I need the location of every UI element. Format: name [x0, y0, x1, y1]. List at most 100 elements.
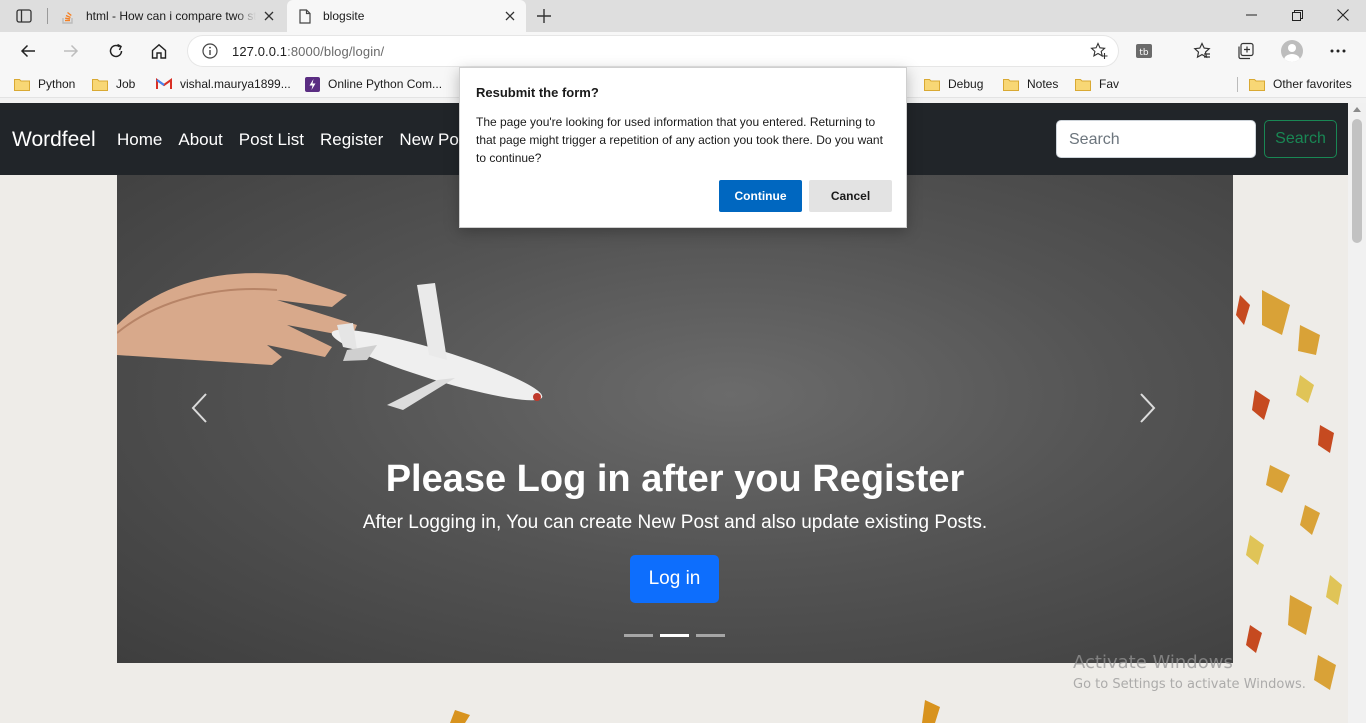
chevron-left-icon: [188, 391, 212, 425]
tab-strip: html - How can i compare two strings blo…: [0, 0, 1366, 32]
url-text: 127.0.0.1:8000/blog/login/: [232, 44, 384, 59]
minimize-icon: [1245, 14, 1257, 16]
browser-toolbar: 127.0.0.1:8000/blog/login/ tb: [0, 32, 1366, 70]
back-arrow-icon: [20, 44, 36, 58]
refresh-icon: [108, 43, 124, 59]
bookmark-label: Online Python Com...: [328, 77, 443, 91]
gmail-icon: [156, 77, 172, 91]
carousel-prev-button[interactable]: [188, 391, 212, 425]
tab-divider: [47, 8, 48, 24]
close-window-button[interactable]: [1320, 0, 1366, 30]
site-search-button[interactable]: Search: [1264, 120, 1337, 158]
cancel-button[interactable]: Cancel: [809, 180, 892, 212]
add-favorite-icon[interactable]: [1090, 42, 1108, 60]
bookmark-label: Fav: [1099, 77, 1120, 91]
home-button[interactable]: [146, 39, 172, 63]
tab-stackoverflow[interactable]: html - How can i compare two strings: [50, 0, 285, 32]
minimize-button[interactable]: [1228, 0, 1274, 30]
dialog-title: Resubmit the form?: [476, 85, 599, 100]
favorites-button[interactable]: [1189, 39, 1215, 63]
bookmark-label: Notes: [1027, 77, 1059, 91]
carousel-indicator-2[interactable]: [660, 634, 689, 637]
bookmark-gmail[interactable]: vishal.maurya1899...: [156, 76, 291, 92]
settings-menu-button[interactable]: [1325, 39, 1351, 63]
tab-actions-icon: [16, 9, 32, 23]
site-search-input[interactable]: Search: [1056, 120, 1256, 158]
home-icon: [151, 43, 167, 59]
activation-watermark: Activate Windows Go to Settings to activ…: [1073, 652, 1306, 692]
nav-post-list[interactable]: Post List: [239, 130, 304, 150]
dialog-message: The page you're looking for used informa…: [476, 115, 883, 165]
favorites-icon: [1193, 42, 1211, 60]
url-path: :8000/blog/login/: [287, 44, 385, 59]
continue-button[interactable]: Continue: [719, 180, 802, 212]
collections-button[interactable]: [1233, 39, 1259, 63]
login-button[interactable]: Log in: [630, 555, 719, 603]
tab-blogsite[interactable]: blogsite: [287, 0, 526, 32]
watermark-title: Activate Windows: [1073, 652, 1233, 673]
bookmark-python[interactable]: Python: [14, 76, 75, 92]
bookmarks-divider: [1237, 77, 1238, 92]
scrollbar-thumb[interactable]: [1352, 119, 1362, 243]
site-brand[interactable]: Wordfeel: [12, 128, 96, 152]
carousel-next-button[interactable]: [1135, 391, 1159, 425]
resubmit-form-dialog: Resubmit the form? The page you're looki…: [459, 67, 907, 228]
restore-icon: [1291, 9, 1303, 21]
nav-register[interactable]: Register: [320, 130, 383, 150]
nav-home[interactable]: Home: [117, 130, 162, 150]
tab-title: html - How can i compare two strings: [86, 9, 256, 23]
hero-carousel: Please Log in after you Register After L…: [117, 175, 1233, 663]
carousel-subtitle: After Logging in, You can create New Pos…: [362, 512, 988, 533]
watermark-subtitle: Go to Settings to activate Windows.: [1073, 677, 1306, 692]
url-host: 127.0.0.1: [232, 44, 288, 59]
bookmark-label: Job: [116, 77, 136, 91]
profile-avatar[interactable]: [1281, 40, 1303, 62]
bookmark-debug[interactable]: Debug: [924, 76, 983, 92]
svg-text:tb: tb: [1139, 48, 1149, 58]
page-scrollbar[interactable]: [1348, 103, 1366, 723]
close-tab-icon[interactable]: [261, 8, 277, 24]
more-options-icon: [1330, 49, 1346, 53]
folder-icon: [1075, 77, 1091, 91]
extension-icon: tb: [1135, 43, 1153, 59]
folder-icon: [924, 77, 940, 91]
carousel-indicator-3[interactable]: [696, 634, 725, 637]
refresh-button[interactable]: [103, 39, 129, 63]
bookmark-label: Other favorites: [1273, 77, 1352, 91]
close-icon: [1337, 9, 1349, 21]
forward-arrow-icon: [63, 44, 79, 58]
scroll-up-arrow-icon[interactable]: [1353, 107, 1361, 112]
restore-button[interactable]: [1274, 0, 1320, 30]
forward-button[interactable]: [58, 39, 84, 63]
folder-icon: [92, 77, 108, 91]
bookmark-notes[interactable]: Notes: [1003, 76, 1058, 92]
new-tab-button[interactable]: [534, 6, 554, 26]
bookmark-label: vishal.maurya1899...: [180, 77, 291, 91]
site-info-icon[interactable]: [202, 43, 218, 59]
replit-icon: [304, 76, 320, 92]
collections-icon: [1237, 42, 1255, 60]
stackoverflow-icon: [60, 8, 76, 24]
carousel-indicator-1[interactable]: [624, 634, 653, 637]
bookmark-other-favorites[interactable]: Other favorites: [1249, 76, 1352, 92]
tab-title: blogsite: [323, 9, 365, 23]
folder-icon: [14, 77, 30, 91]
plus-icon: [537, 9, 551, 23]
folder-icon: [1249, 77, 1265, 91]
folder-icon: [1003, 77, 1019, 91]
nav-links: Home About Post List Register New Post: [117, 130, 488, 150]
bookmark-fav[interactable]: Fav: [1075, 76, 1119, 92]
bookmark-label: Debug: [948, 77, 984, 91]
bookmark-label: Python: [38, 77, 76, 91]
chevron-right-icon: [1135, 391, 1159, 425]
nav-about[interactable]: About: [178, 130, 222, 150]
close-tab-icon[interactable]: [502, 8, 518, 24]
back-button[interactable]: [15, 39, 41, 63]
extension-button[interactable]: tb: [1131, 39, 1157, 63]
tab-actions-menu-button[interactable]: [8, 5, 40, 27]
carousel-title: Please Log in after you Register: [385, 458, 965, 500]
bookmark-online-python[interactable]: Online Python Com...: [304, 76, 442, 92]
page-icon: [297, 8, 313, 24]
bookmark-job[interactable]: Job: [92, 76, 135, 92]
address-bar[interactable]: 127.0.0.1:8000/blog/login/: [188, 36, 1118, 66]
